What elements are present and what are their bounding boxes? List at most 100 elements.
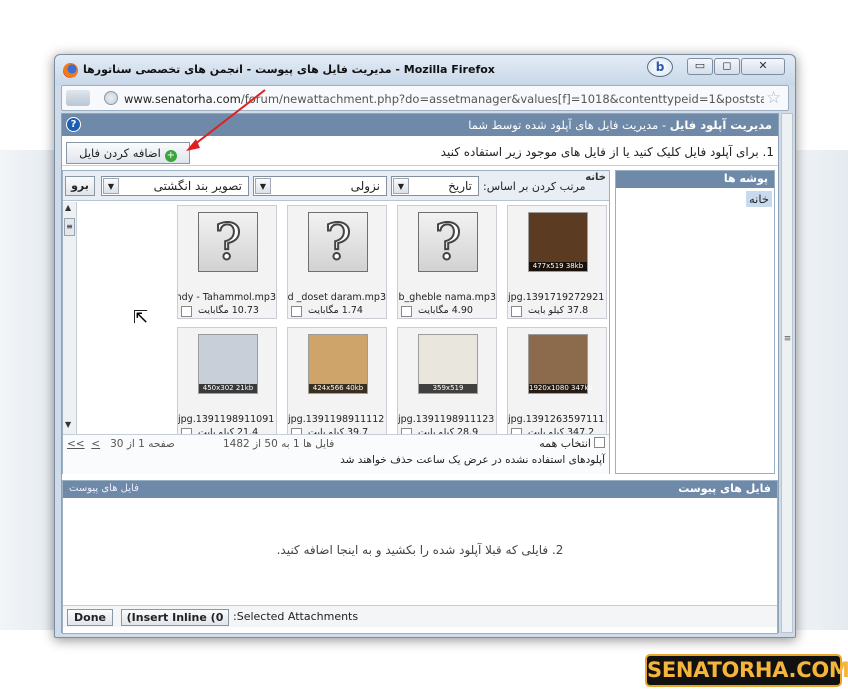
upload-instruction: 1. برای آپلود فایل کلیک کنید یا از فایل … (440, 145, 774, 159)
globe-icon (104, 91, 118, 105)
file-name[interactable]: jpg.1391263597111 (508, 414, 606, 425)
help-icon[interactable]: ? (66, 117, 81, 132)
manager-title-bold: مدیریت آپلود فایل (669, 118, 772, 132)
firefox-popup-window: مدیریت فایل های پیوست - انجمن های تخصصی … (54, 54, 796, 638)
bing-icon[interactable]: b (647, 57, 673, 77)
minimize-button[interactable]: ▭ (687, 58, 713, 75)
file-select-checkbox[interactable] (511, 306, 522, 317)
files-breadcrumb[interactable]: خانه (585, 172, 606, 183)
back-icon[interactable] (66, 90, 90, 106)
background-page-strip (0, 150, 60, 630)
url-path: /forum/newattachment.php?do=assetmanager… (240, 92, 764, 106)
attachments-header: فایل های پیوست فایل های پیوست (63, 481, 777, 498)
file-name[interactable]: nid _doset daram.mp3 (288, 292, 386, 303)
chevron-down-icon: ▼ (255, 178, 271, 194)
thumbnail-dimensions: 477x519 38kb (529, 262, 587, 271)
go-button[interactable]: برو (65, 176, 95, 196)
file-tile[interactable]: ? nid _doset daram.mp3 1.74 مگابایت (287, 205, 387, 319)
background-page-strip (790, 150, 848, 630)
manager-title: مدیریت آپلود فایل - مدیریت فایل های آپلو… (468, 118, 772, 132)
pager: << < صفحه 1 از 30 (67, 438, 175, 450)
mouse-pointer-icon: ⇱ (133, 307, 149, 328)
pager-text: صفحه 1 از 30 (110, 438, 175, 450)
scroll-grip-icon[interactable]: ≡ (783, 334, 792, 364)
files-scrollbar[interactable]: ▲ ≡ ▼ (63, 202, 77, 434)
files-toolbar: خانه مرتب کردن بر اساس: تاریخ ▼ نزولی ▼ تص… (63, 171, 609, 201)
folder-home[interactable]: خانه (746, 191, 772, 207)
view-mode-select[interactable]: تصویر بند انگشتی ▼ (101, 176, 249, 196)
add-file-button[interactable]: +اضافه کردن فایل (66, 142, 190, 164)
view-mode-value: تصویر بند انگشتی (153, 179, 242, 193)
bookmark-star-icon[interactable]: ☆ (766, 88, 781, 108)
url-host: www.senatorha.com (124, 92, 241, 106)
attachments-subtitle: فایل های پیوست (69, 483, 139, 494)
file-tile[interactable]: ? pib_gheble nama.mp3 4.90 مگابایت (397, 205, 497, 319)
restore-button[interactable]: ◻ (714, 58, 740, 75)
file-tile[interactable]: 359x519 jpg.1391198911123 28.9 کیلو بایت (397, 327, 497, 441)
scroll-down-icon[interactable]: ▼ (65, 420, 71, 429)
image-thumbnail[interactable]: 1920x1080 347kb (528, 334, 593, 394)
file-name[interactable]: jpg.1391198911091 (178, 414, 276, 425)
select-all-checkbox[interactable] (594, 437, 605, 448)
file-name[interactable]: jpg.1391719272921 (508, 292, 606, 303)
insert-inline-button[interactable]: (Insert Inline (0 (121, 609, 229, 626)
sort-field-value: تاریخ (448, 179, 472, 193)
upload-row: +اضافه کردن فایل 1. برای آپلود فایل کلیک… (62, 138, 778, 166)
file-tile[interactable]: 477x519 38kb jpg.1391719272921 37.8 کیلو ب… (507, 205, 607, 319)
senatorha-logo: SENATORHA.COM (645, 654, 848, 687)
file-select-checkbox[interactable] (181, 306, 192, 317)
image-thumbnail[interactable]: 450x302 21kb (198, 334, 258, 394)
pager-prev-link[interactable]: < (91, 438, 100, 450)
scroll-thumb[interactable]: ≡ (64, 218, 75, 236)
page-content: ? مدیریت آپلود فایل - مدیریت فایل های آپ… (61, 113, 779, 634)
thumbnail-dimensions: 450x302 21kb (199, 384, 257, 393)
file-select-checkbox[interactable] (401, 306, 412, 317)
scroll-up-icon[interactable]: ▲ (65, 203, 71, 212)
window-scrollbar[interactable]: ≡ (781, 113, 793, 633)
file-name[interactable]: jpg.1391198911123 (398, 414, 496, 425)
thumbnail-dimensions: 1920x1080 347kb (529, 384, 593, 393)
cleanup-note: آپلودهای استفاده نشده در عرض یک ساعت حذف… (340, 454, 605, 466)
unknown-file-icon: ? (308, 212, 368, 272)
selected-attachments-label: :Selected Attachments (233, 610, 359, 623)
window-title: مدیریت فایل های پیوست - انجمن های تخصصی … (83, 63, 495, 76)
attachments-panel: فایل های پیوست فایل های پیوست 2. فایلی ک… (62, 480, 778, 634)
unknown-file-icon: ? (198, 212, 258, 272)
chevron-down-icon: ▼ (393, 178, 409, 194)
unknown-file-icon: ? (418, 212, 478, 272)
pager-first-link[interactable]: << (67, 438, 85, 450)
image-thumbnail[interactable]: 359x519 (418, 334, 478, 394)
manager-header: ? مدیریت آپلود فایل - مدیریت فایل های آپ… (62, 114, 778, 136)
file-name[interactable]: pib_gheble nama.mp3 (398, 292, 496, 303)
chevron-down-icon: ▼ (103, 178, 119, 194)
close-button[interactable]: ✕ (741, 58, 785, 75)
done-button[interactable]: Done (67, 609, 113, 626)
thumbnail-dimensions: 424x566 40kb (309, 384, 367, 393)
select-all[interactable]: انتخاب همه (539, 437, 605, 450)
sort-field-select[interactable]: تاریخ ▼ (391, 176, 479, 196)
file-tile[interactable]: 450x302 21kb jpg.1391198911091 21.4 کیلو ب… (177, 327, 277, 441)
drop-zone-hint[interactable]: 2. فایلی که قبلا آپلود شده را بکشید و به… (63, 543, 777, 557)
image-thumbnail[interactable]: 424x566 40kb (308, 334, 368, 394)
url-text[interactable]: www.senatorha.com/forum/newattachment.ph… (124, 92, 764, 106)
file-tile[interactable]: 1920x1080 347kb jpg.1391263597111 347.2 کی… (507, 327, 607, 441)
file-tile[interactable]: 424x566 40kb jpg.1391198911112 39.7 کیلو ب… (287, 327, 387, 441)
image-thumbnail[interactable]: 477x519 38kb (528, 212, 588, 272)
file-size: 4.90 مگابایت (418, 305, 473, 316)
file-name[interactable]: jpg.1391198911112 (288, 414, 386, 425)
file-count-info: فایل ها 1 به 50 از 1482 (223, 438, 335, 450)
file-tile[interactable]: ? ndy - Tahammol.mp3 10.73 مگابایت (177, 205, 277, 319)
files-footer: << < صفحه 1 از 30 فایل ها 1 به 50 از 148… (63, 434, 609, 474)
file-select-checkbox[interactable] (291, 306, 302, 317)
address-bar[interactable]: www.senatorha.com/forum/newattachment.ph… (61, 85, 789, 111)
file-size: 37.8 کیلو بایت (528, 305, 589, 316)
window-titlebar[interactable]: مدیریت فایل های پیوست - انجمن های تخصصی … (55, 55, 795, 85)
add-file-label: اضافه کردن فایل (79, 146, 161, 160)
file-size: 1.74 مگابایت (308, 305, 363, 316)
manager-title-rest: - مدیریت فایل های آپلود شده توسط شما (468, 118, 670, 132)
select-all-label: انتخاب همه (539, 437, 591, 450)
sort-order-select[interactable]: نزولی ▼ (253, 176, 387, 196)
thumbnail-dimensions: 359x519 (419, 384, 477, 393)
screenshot-stage: مدیریت فایل های پیوست - انجمن های تخصصی … (0, 0, 848, 692)
file-name[interactable]: ndy - Tahammol.mp3 (178, 292, 276, 303)
